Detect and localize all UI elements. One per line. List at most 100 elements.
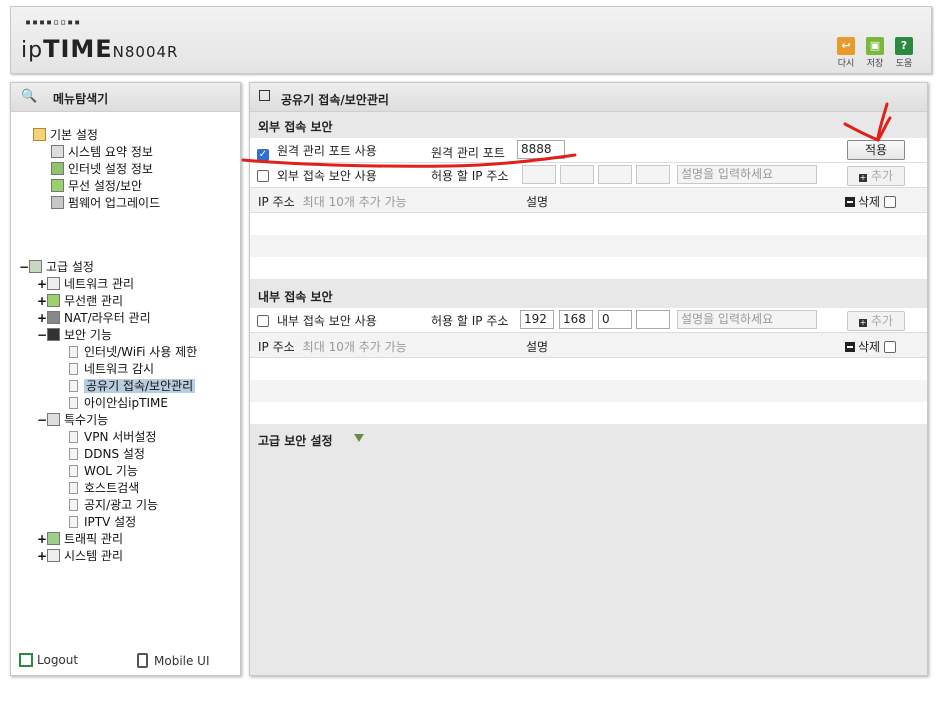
page-icon <box>69 465 78 477</box>
sidebar-item-wlan[interactable]: + 무선랜 관리 <box>37 293 197 310</box>
int-delete-all[interactable]: 삭제 <box>845 338 896 355</box>
int-col-hint: 최대 10개 추가 가능 <box>302 340 407 354</box>
main-panel: 공유기 접속/보안관리 외부 접속 보안 ✓ 원격 관리 포트 사용 원격 관리… <box>249 82 928 676</box>
ext-delete-all[interactable]: 삭제 <box>845 193 896 210</box>
sidebar-item-internet-limit[interactable]: 인터넷/WiFi 사용 제한 <box>69 344 197 361</box>
save-button[interactable]: ▣ 저장 <box>862 37 888 69</box>
page-icon <box>69 499 78 511</box>
router-icon <box>47 311 60 324</box>
sidebar-item-network-watch[interactable]: 네트워크 감시 <box>69 361 197 378</box>
int-ip-octet-1[interactable]: 192 <box>520 310 554 329</box>
expand-icon[interactable]: + <box>37 531 47 548</box>
sidebar-item-special[interactable]: − 특수기능 <box>37 412 197 429</box>
help-button[interactable]: ? 도움 <box>891 37 917 69</box>
sidebar-item-host-search[interactable]: 호스트검색 <box>69 480 197 497</box>
ext-delete-checkbox[interactable] <box>883 196 896 208</box>
logout-button[interactable]: Logout <box>19 653 78 667</box>
collapse-icon[interactable]: − <box>19 259 29 276</box>
chart-icon <box>51 145 64 158</box>
tree-basic-settings[interactable]: 기본 설정 <box>33 127 160 144</box>
sidebar-item-wol[interactable]: WOL 기능 <box>69 463 197 480</box>
remote-port-input[interactable]: 8888 <box>517 140 565 159</box>
undo-button[interactable]: ↩ 다시 <box>833 37 859 69</box>
int-allow-ip-label: 허용 할 IP 주소 <box>431 314 509 328</box>
int-ip-octet-3[interactable]: 0 <box>598 310 632 329</box>
sidebar-item-label: 시스템 관리 <box>64 549 124 563</box>
sidebar-item-label: 보안 기능 <box>64 328 112 342</box>
sidebar-item-system-summary[interactable]: 시스템 요약 정보 <box>51 144 160 161</box>
expand-icon[interactable]: + <box>37 276 47 293</box>
save-icon: ▣ <box>866 37 884 55</box>
external-access-checkbox[interactable] <box>257 169 269 183</box>
wireless-icon <box>47 294 60 307</box>
advanced-security-toggle[interactable]: 고급 보안 설정 <box>250 427 927 451</box>
expand-icon[interactable]: + <box>37 310 47 327</box>
int-ip-octet-4[interactable] <box>636 310 670 329</box>
ext-ip-octet-4[interactable] <box>636 165 670 184</box>
sidebar-item-iptv[interactable]: IPTV 설정 <box>69 514 197 531</box>
remote-port-checkbox-label: 원격 관리 포트 사용 <box>277 144 377 158</box>
sidebar-item-ddns[interactable]: DDNS 설정 <box>69 446 197 463</box>
traffic-icon <box>47 532 60 545</box>
ext-desc-input[interactable]: 설명을 입력하세요 <box>677 165 817 184</box>
sidebar-item-internet-info[interactable]: 인터넷 설정 정보 <box>51 161 160 178</box>
sidebar-item-label: 특수기능 <box>64 413 109 427</box>
special-icon <box>47 413 60 426</box>
model-name: N8004R <box>112 43 179 61</box>
int-delete-checkbox[interactable] <box>883 341 896 353</box>
sidebar-item-nat[interactable]: + NAT/라우터 관리 <box>37 310 197 327</box>
sidebar-item-vpn[interactable]: VPN 서버설정 <box>69 429 197 446</box>
int-delete-label: 삭제 <box>858 340 881 354</box>
sidebar-item-label: 시스템 요약 정보 <box>68 145 153 159</box>
expand-icon[interactable]: + <box>37 548 47 565</box>
sidebar-item-label: DDNS 설정 <box>84 447 145 461</box>
sidebar-item-label: 펌웨어 업그레이드 <box>68 196 161 210</box>
internal-access-checkbox[interactable] <box>257 314 269 328</box>
expand-icon[interactable]: + <box>37 293 47 310</box>
collapse-icon[interactable]: − <box>37 327 47 344</box>
plus-icon: + <box>858 318 867 327</box>
sidebar-item-system[interactable]: + 시스템 관리 <box>37 548 197 565</box>
sidebar-item-label: 인터넷/WiFi 사용 제한 <box>84 345 198 359</box>
ext-ip-octet-1[interactable] <box>522 165 556 184</box>
apply-button[interactable]: 적용 <box>847 140 905 160</box>
ext-ip-octet-2[interactable] <box>560 165 594 184</box>
collapse-icon[interactable]: − <box>37 412 47 429</box>
page-icon <box>69 448 78 460</box>
int-add-button[interactable]: + 추가 <box>847 311 905 331</box>
int-ip-octet-2[interactable]: 168 <box>559 310 593 329</box>
tree-basic-label: 기본 설정 <box>50 128 98 142</box>
undo-icon: ↩ <box>837 37 855 55</box>
logout-icon <box>19 653 33 667</box>
sidebar-item-label: 무선 설정/보안 <box>68 179 143 193</box>
tree-basic: 기본 설정 시스템 요약 정보 인터넷 설정 정보 무선 설정/보안 펌웨어 업… <box>33 127 160 212</box>
remote-port-checkbox[interactable]: ✓ <box>257 144 269 161</box>
sidebar-item-label: VPN 서버설정 <box>84 430 157 444</box>
sidebar-item-label: 공지/광고 기능 <box>84 498 159 512</box>
sidebar-item-label: NAT/라우터 관리 <box>64 311 151 325</box>
sidebar-item-notice[interactable]: 공지/광고 기능 <box>69 497 197 514</box>
ext-table-ip-header: IP 주소 최대 10개 추가 가능 <box>258 193 407 210</box>
sidebar-item-firmware[interactable]: 펌웨어 업그레이드 <box>51 195 160 212</box>
window-icon <box>259 90 270 101</box>
sidebar-item-network[interactable]: + 네트워크 관리 <box>37 276 197 293</box>
lock-icon <box>47 328 60 341</box>
tree-advanced: − 고급 설정 + 네트워크 관리 + 무선랜 관리 + NAT/라우터 관리 − 보안 … <box>19 259 197 565</box>
logo-dots: ▪▪▪▪▫▫▪▪ <box>25 17 82 28</box>
page-title: 공유기 접속/보안관리 <box>281 93 389 107</box>
mobile-ui-button[interactable]: Mobile UI <box>137 653 210 668</box>
tree-advanced-settings[interactable]: − 고급 설정 <box>19 259 197 276</box>
sidebar-item-security[interactable]: − 보안 기능 <box>37 327 197 344</box>
sidebar-item-wireless[interactable]: 무선 설정/보안 <box>51 178 160 195</box>
sidebar-item-traffic[interactable]: + 트래픽 관리 <box>37 531 197 548</box>
int-list-row-2 <box>250 380 927 402</box>
top-header: ▪▪▪▪▫▫▪▪ ipTIMEN8004R ↩ 다시 ▣ 저장 ? 도움 <box>10 6 932 74</box>
sidebar-item-ianshim[interactable]: 아이안심ipTIME <box>69 395 197 412</box>
int-desc-input[interactable]: 설명을 입력하세요 <box>677 310 817 329</box>
ext-ip-octet-3[interactable] <box>598 165 632 184</box>
ext-add-button[interactable]: + 추가 <box>847 166 905 186</box>
page-icon <box>69 516 78 528</box>
ext-list-row-2 <box>250 235 927 257</box>
firmware-icon <box>51 196 64 209</box>
sidebar-item-router-access[interactable]: 공유기 접속/보안관리 <box>69 378 197 395</box>
